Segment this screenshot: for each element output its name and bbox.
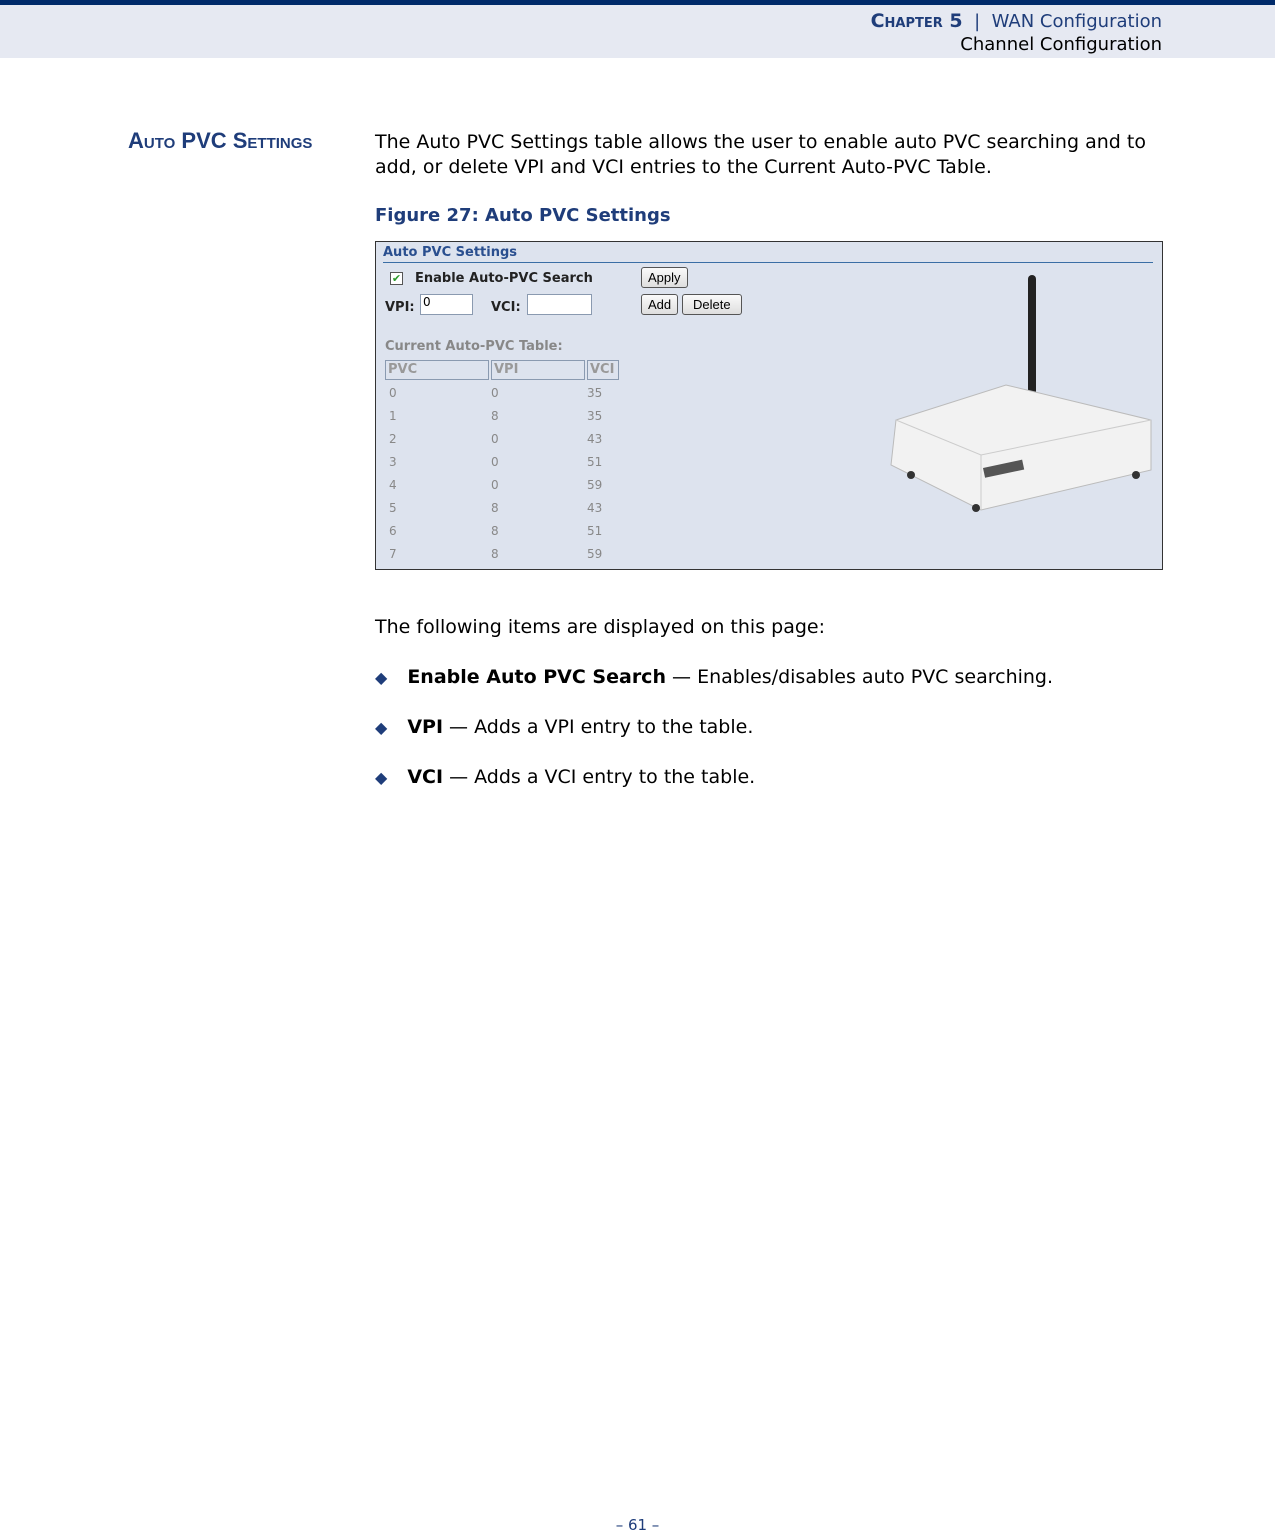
panel-title: Auto PVC Settings [383,245,518,260]
item-description: — Adds a VPI entry to the table. [443,716,754,738]
diamond-bullet-icon: ◆ [375,718,388,737]
table-cell: 0 [491,386,499,400]
table-cell: 8 [491,409,499,423]
table-caption: Current Auto-PVC Table: [385,339,563,354]
table-cell: 59 [587,478,603,492]
item-description: — Enables/disables auto PVC searching. [665,666,1054,688]
table-cell: 8 [491,501,499,515]
vci-label: VCI: [491,300,521,315]
table-cell: 0 [491,455,499,469]
item-term: VPI [407,716,444,738]
column-header-pvc: PVC [385,360,489,380]
vpi-input[interactable]: 0 [420,294,473,315]
vci-input[interactable] [527,294,592,315]
items-intro: The following items are displayed on thi… [375,616,825,638]
enable-label: Enable Auto-PVC Search [415,271,593,286]
header-chapter: Chapter 5 | WAN Configuration [871,10,1162,32]
header-subsection: Channel Configuration [960,34,1162,55]
item-description: — Adds a VCI entry to the table. [443,766,756,788]
table-cell: 0 [491,432,499,446]
enable-auto-pvc-checkbox[interactable]: ✔ [390,272,403,285]
table-cell: 35 [587,409,603,423]
table-cell: 35 [587,386,603,400]
item-term: VCI [407,766,444,788]
router-image [890,275,1152,512]
divider [383,262,1153,263]
table-cell: 43 [587,501,603,515]
apply-button[interactable]: Apply [641,267,688,288]
add-button[interactable]: Add [641,294,679,315]
item-term: Enable Auto PVC Search [407,666,666,688]
table-cell: 2 [389,432,397,446]
list-item: ◆ VCI — Adds a VCI entry to the table. [375,766,755,788]
list-item: ◆ VPI — Adds a VPI entry to the table. [375,716,753,738]
chapter-label: Chapter 5 [870,10,963,32]
figure-caption: Figure 27: Auto PVC Settings [375,205,671,226]
table-cell: 0 [491,478,499,492]
delete-button[interactable]: Delete [682,294,742,315]
antenna [1028,275,1036,395]
table-cell: 0 [389,386,397,400]
router-body [890,384,1152,511]
vpi-label: VPI: [385,300,415,315]
section-title: Auto PVC Settings [128,128,313,153]
figure-screenshot: Auto PVC Settings ✔ Enable Auto-PVC Sear… [375,241,1163,570]
table-cell: 5 [389,501,397,515]
table-cell: 8 [491,547,499,561]
separator: | [974,11,981,32]
table-cell: 51 [587,455,603,469]
column-header-vci: VCI [587,360,619,380]
table-cell: 51 [587,524,603,538]
page-number: – 61 – [615,1516,660,1534]
table-cell: 1 [389,409,397,423]
list-item: ◆ Enable Auto PVC Search — Enables/disabl… [375,666,1053,688]
table-cell: 4 [389,478,397,492]
chapter-section: WAN Configuration [991,11,1162,32]
page-header: Chapter 5 | WAN Configuration Channel Co… [0,0,1275,58]
diamond-bullet-icon: ◆ [375,668,388,687]
diamond-bullet-icon: ◆ [375,768,388,787]
table-cell: 7 [389,547,397,561]
table-cell: 59 [587,547,603,561]
intro-paragraph: The Auto PVC Settings table allows the u… [375,131,1146,178]
table-cell: 43 [587,432,603,446]
table-cell: 3 [389,455,397,469]
table-cell: 8 [491,524,499,538]
table-cell: 6 [389,524,397,538]
column-header-vpi: VPI [491,360,585,380]
